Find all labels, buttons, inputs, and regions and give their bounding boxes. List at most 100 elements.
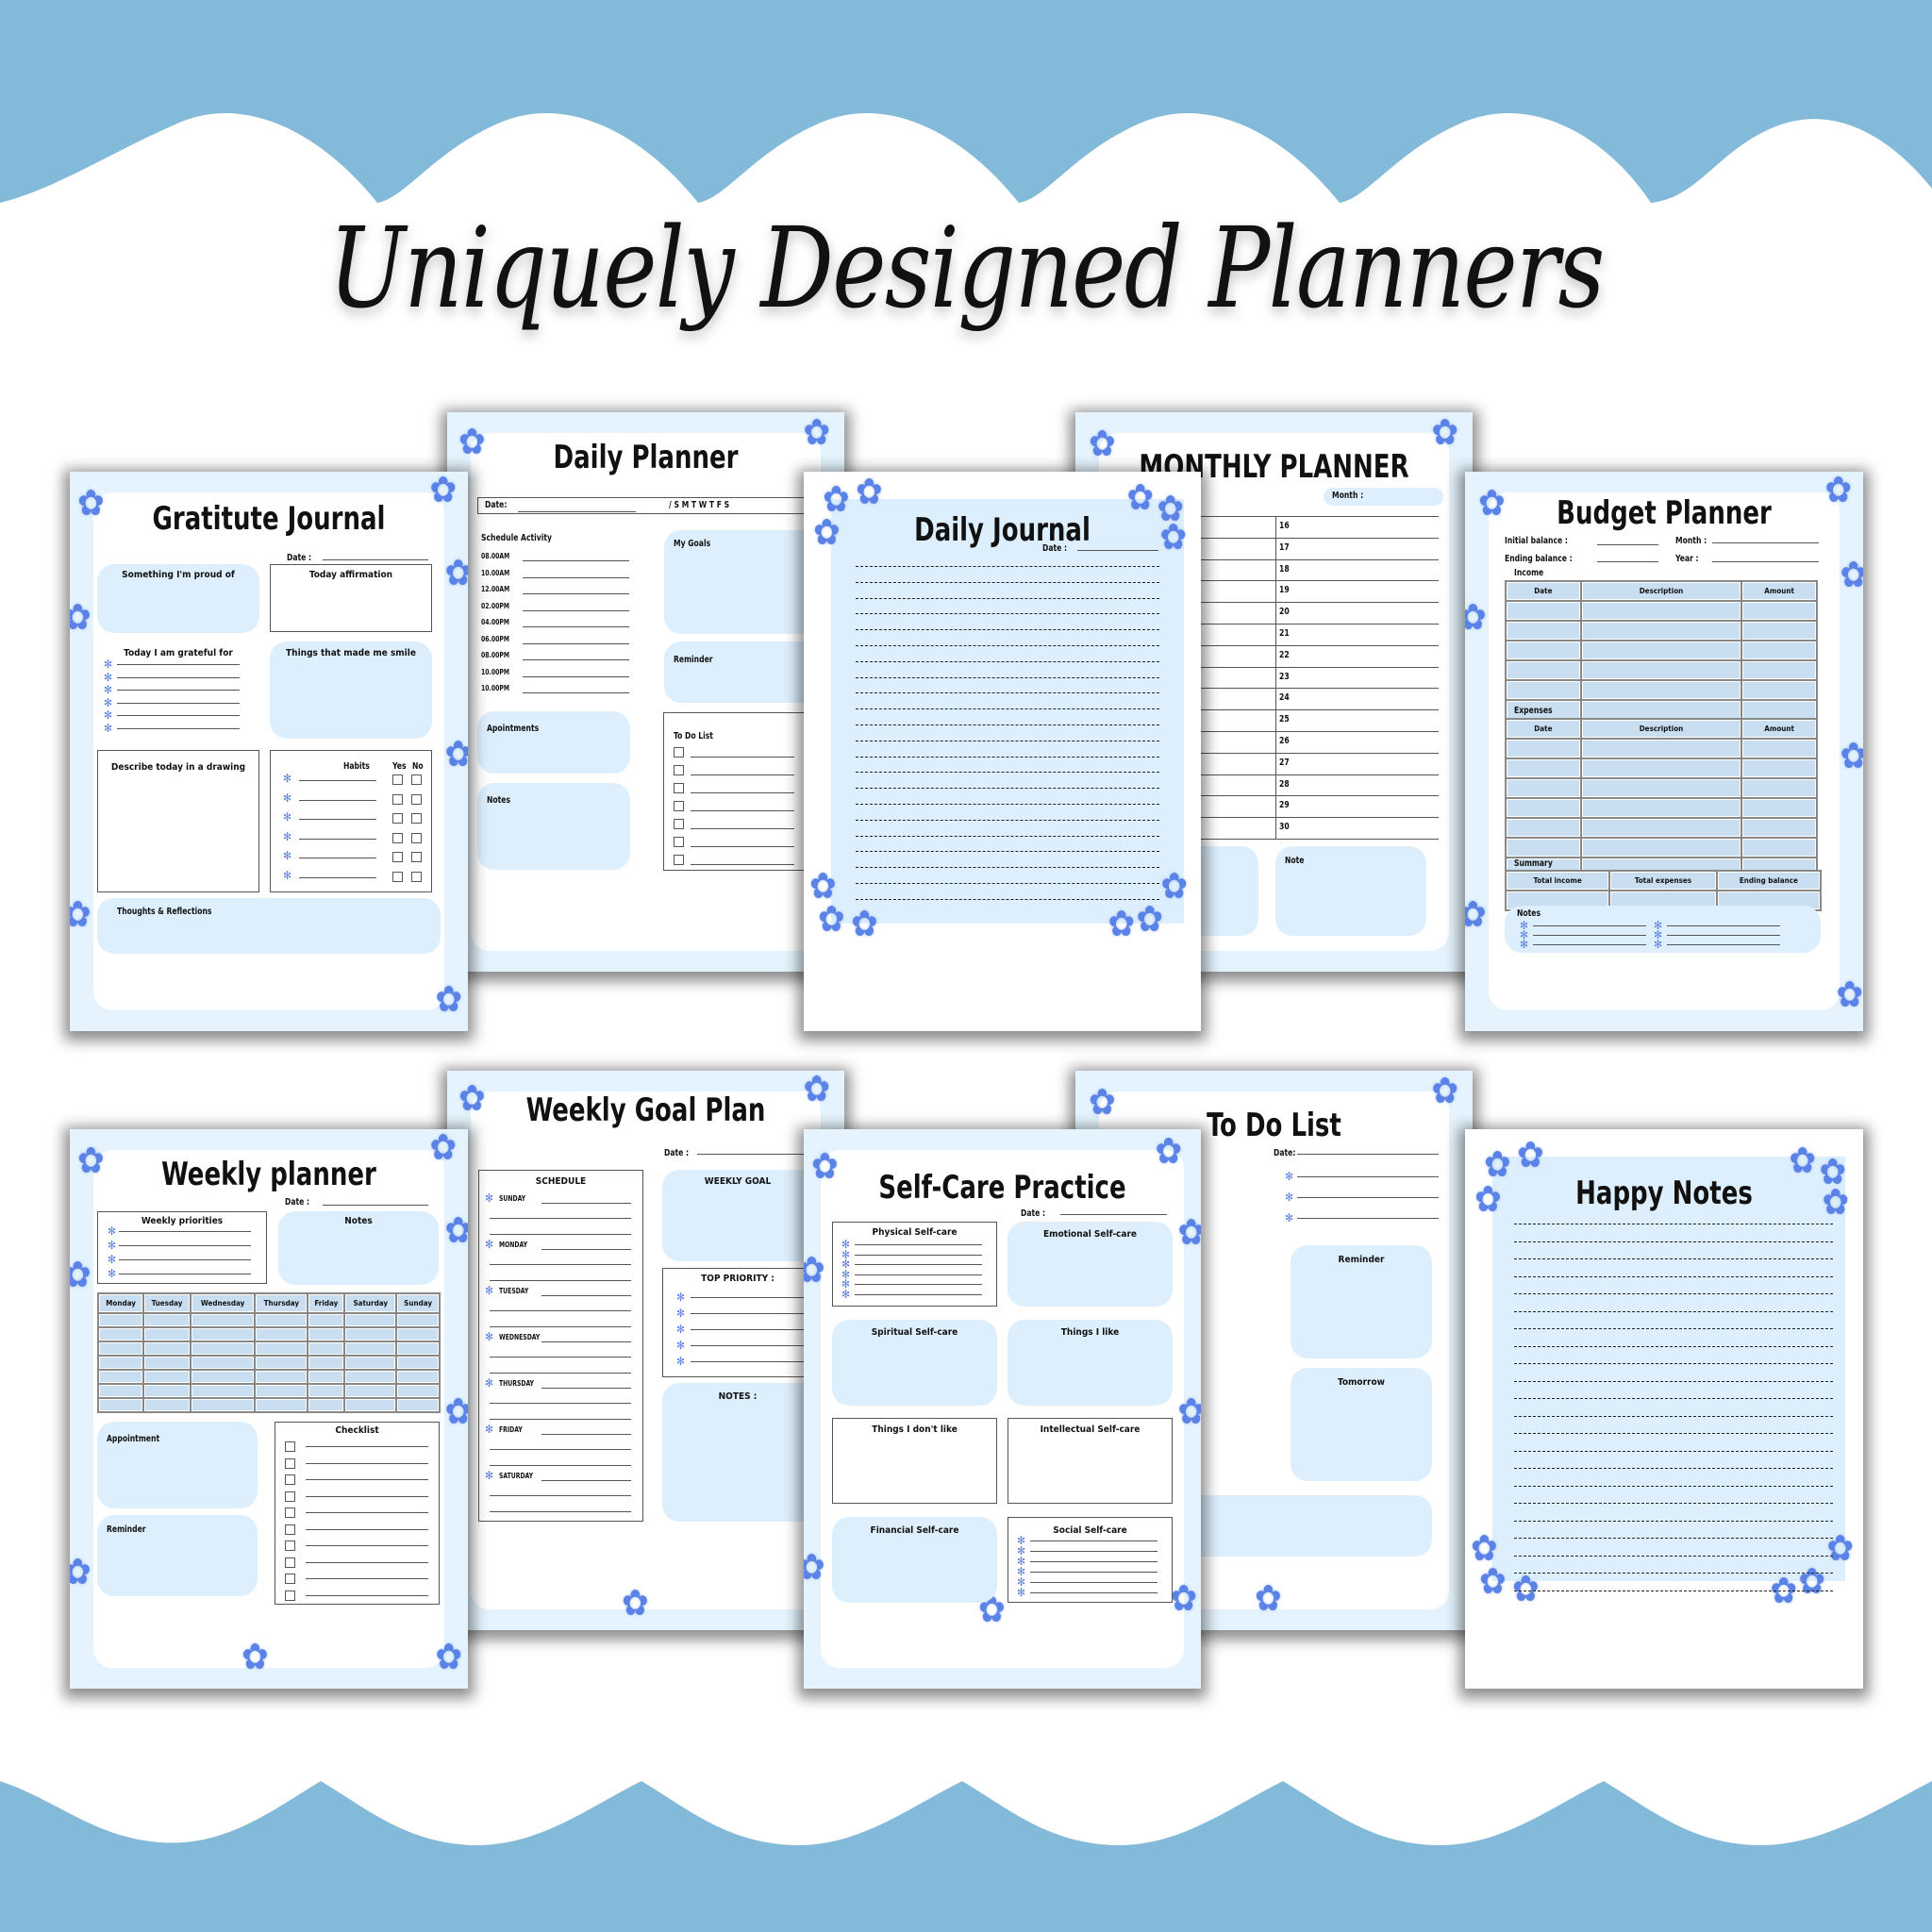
table-cell[interactable]: [144, 1399, 190, 1411]
checkbox[interactable]: [411, 793, 422, 805]
table-cell[interactable]: [1507, 740, 1580, 758]
table-cell[interactable]: [1742, 661, 1816, 679]
table-cell[interactable]: [144, 1328, 190, 1341]
table-cell[interactable]: [1742, 681, 1816, 699]
table-cell[interactable]: [1507, 641, 1580, 659]
table-cell[interactable]: [1581, 701, 1741, 719]
table-cell[interactable]: [191, 1385, 255, 1397]
table-cell[interactable]: [1581, 681, 1741, 699]
table-cell[interactable]: [1742, 740, 1816, 758]
table-cell[interactable]: [1742, 622, 1816, 640]
table-cell[interactable]: [1507, 661, 1580, 679]
checkbox[interactable]: [392, 871, 403, 882]
table-cell[interactable]: [308, 1371, 344, 1383]
checkbox[interactable]: [674, 819, 684, 829]
table-cell[interactable]: [345, 1328, 396, 1341]
table-cell[interactable]: [99, 1328, 143, 1341]
table-cell[interactable]: [1742, 759, 1816, 777]
table-cell[interactable]: [1742, 839, 1816, 857]
table-cell[interactable]: [308, 1342, 344, 1355]
table-cell[interactable]: [308, 1328, 344, 1341]
checkbox[interactable]: [392, 832, 403, 843]
table-cell[interactable]: [397, 1357, 439, 1369]
table-cell[interactable]: [1581, 799, 1741, 817]
table-cell[interactable]: [99, 1314, 143, 1326]
checkbox[interactable]: [411, 774, 422, 785]
checkbox[interactable]: [285, 1590, 295, 1601]
table-cell[interactable]: [1581, 740, 1741, 758]
table-cell[interactable]: [345, 1399, 396, 1411]
checkbox[interactable]: [674, 783, 684, 793]
table-cell[interactable]: [191, 1328, 255, 1341]
checkbox[interactable]: [285, 1524, 295, 1535]
table-cell[interactable]: [308, 1385, 344, 1397]
table-cell[interactable]: [144, 1357, 190, 1369]
table-cell[interactable]: [345, 1342, 396, 1355]
table-cell[interactable]: [256, 1357, 308, 1369]
table-cell[interactable]: [345, 1314, 396, 1326]
checkbox[interactable]: [674, 747, 684, 758]
table-cell[interactable]: [1581, 622, 1741, 640]
table-cell[interactable]: [345, 1357, 396, 1369]
table-cell[interactable]: [99, 1385, 143, 1397]
table-cell[interactable]: [397, 1399, 439, 1411]
checkbox[interactable]: [392, 793, 403, 805]
table-cell[interactable]: [191, 1399, 255, 1411]
table-cell[interactable]: [1507, 819, 1580, 837]
checkbox[interactable]: [411, 813, 422, 824]
table-cell[interactable]: [397, 1385, 439, 1397]
table-cell[interactable]: [256, 1342, 308, 1355]
checkbox[interactable]: [285, 1541, 295, 1551]
table-cell[interactable]: [1581, 779, 1741, 797]
table-cell[interactable]: [1581, 819, 1741, 837]
table-cell[interactable]: [1507, 622, 1580, 640]
table-cell[interactable]: [144, 1371, 190, 1383]
checkbox[interactable]: [285, 1574, 295, 1584]
checkbox[interactable]: [674, 801, 684, 811]
table-cell[interactable]: [308, 1314, 344, 1326]
table-cell[interactable]: [1742, 701, 1816, 719]
table-cell[interactable]: [256, 1371, 308, 1383]
checkbox[interactable]: [392, 774, 403, 785]
table-cell[interactable]: [191, 1371, 255, 1383]
table-cell[interactable]: [1581, 602, 1741, 620]
table-cell[interactable]: [397, 1314, 439, 1326]
table-cell[interactable]: [191, 1357, 255, 1369]
table-cell[interactable]: [397, 1371, 439, 1383]
table-cell[interactable]: [256, 1314, 308, 1326]
table-cell[interactable]: [144, 1385, 190, 1397]
table-cell[interactable]: [99, 1357, 143, 1369]
table-cell[interactable]: [1742, 641, 1816, 659]
table-cell[interactable]: [191, 1342, 255, 1355]
table-cell[interactable]: [256, 1385, 308, 1397]
checkbox[interactable]: [411, 852, 422, 862]
table-cell[interactable]: [1507, 839, 1580, 857]
table-cell[interactable]: [256, 1399, 308, 1411]
table-cell[interactable]: [1507, 602, 1580, 620]
table-cell[interactable]: [345, 1385, 396, 1397]
table-cell[interactable]: [1581, 839, 1741, 857]
checkbox[interactable]: [285, 1557, 295, 1568]
table-cell[interactable]: [308, 1357, 344, 1369]
table-cell[interactable]: [1742, 799, 1816, 817]
table-cell[interactable]: [1742, 819, 1816, 837]
table-cell[interactable]: [1581, 641, 1741, 659]
checkbox[interactable]: [392, 813, 403, 824]
table-cell[interactable]: [397, 1342, 439, 1355]
checkbox[interactable]: [674, 855, 684, 865]
checkbox[interactable]: [285, 1507, 295, 1518]
checkbox[interactable]: [674, 765, 684, 775]
table-cell[interactable]: [144, 1314, 190, 1326]
table-cell[interactable]: [99, 1399, 143, 1411]
table-cell[interactable]: [1742, 779, 1816, 797]
table-cell[interactable]: [1507, 681, 1580, 699]
table-cell[interactable]: [1581, 661, 1741, 679]
table-cell[interactable]: [1507, 759, 1580, 777]
checkbox[interactable]: [285, 1491, 295, 1502]
table-cell[interactable]: [1581, 759, 1741, 777]
table-cell[interactable]: [99, 1371, 143, 1383]
checkbox[interactable]: [285, 1457, 295, 1469]
table-cell[interactable]: [99, 1342, 143, 1355]
table-cell[interactable]: [1507, 779, 1580, 797]
checkbox[interactable]: [285, 1474, 295, 1485]
